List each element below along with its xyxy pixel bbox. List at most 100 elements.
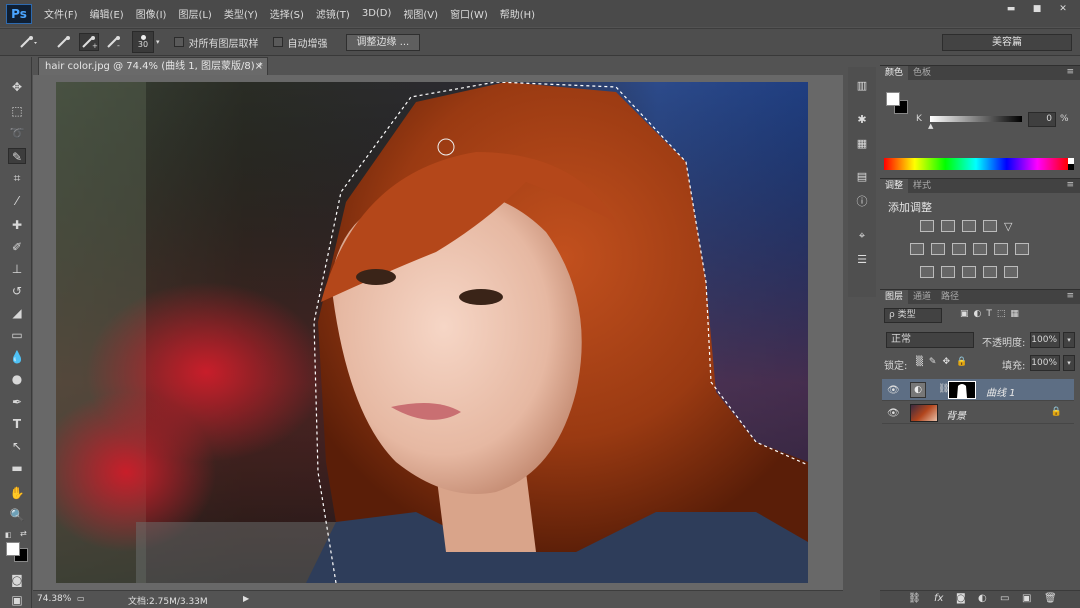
layer-name[interactable]: 曲线 1	[986, 384, 1016, 399]
layer-filter-icons[interactable]: ▣◐T⬚▦	[960, 309, 1024, 319]
color-foreground-swatch[interactable]	[886, 92, 900, 106]
close-button[interactable]: ✕	[1054, 3, 1072, 15]
new-group-icon[interactable]: ▭	[1000, 593, 1009, 604]
history-panel-icon[interactable]: ▥	[854, 79, 870, 93]
zoom-tool-icon[interactable]: 🔍	[8, 507, 26, 523]
layer-row-curves[interactable]: 👁 ◐ ⛓ 曲线 1	[882, 379, 1074, 401]
screen-mode-icon[interactable]: ▣	[8, 592, 26, 608]
k-value-field[interactable]: 0	[1028, 112, 1056, 127]
close-tab-icon[interactable]: ×	[255, 58, 263, 75]
blur-tool-icon[interactable]: 💧	[8, 349, 26, 365]
brightness-icon[interactable]	[920, 220, 934, 232]
shape-tool-icon[interactable]: ▬	[8, 460, 26, 476]
menu-window[interactable]: 窗口(W)	[450, 6, 488, 21]
tab-paths[interactable]: 路径	[936, 290, 964, 304]
color-spectrum-ramp[interactable]	[884, 158, 1068, 170]
minimize-button[interactable]: ▬	[1002, 3, 1020, 15]
tool-preset-picker[interactable]	[18, 33, 38, 51]
path-selection-tool-icon[interactable]: ↖	[8, 438, 26, 454]
tab-color[interactable]: 颜色	[880, 66, 909, 80]
auto-enhance-checkbox[interactable]	[272, 37, 283, 47]
selective-color-icon[interactable]	[983, 266, 997, 278]
default-colors-icon[interactable]: ◧	[5, 531, 13, 539]
delete-layer-icon[interactable]: 🗑	[1044, 593, 1057, 604]
eraser-tool-icon[interactable]: ◢	[8, 305, 26, 321]
quick-mask-icon[interactable]: ◙	[8, 572, 26, 588]
menu-view[interactable]: 视图(V)	[403, 6, 438, 21]
photo-filter-icon[interactable]	[973, 243, 987, 255]
black-white-icon[interactable]	[952, 243, 966, 255]
quick-selection-tool-icon[interactable]: ✎	[8, 148, 26, 164]
k-slider[interactable]	[930, 116, 1022, 122]
lock-icons[interactable]: ▒✎✥🔒	[916, 357, 973, 367]
fill-dropdown-icon[interactable]: ▾	[1063, 355, 1075, 371]
link-layers-icon[interactable]: ⛓	[908, 593, 921, 604]
maximize-button[interactable]: ■	[1028, 3, 1046, 15]
curves-adjustment-thumbnail[interactable]: ◐	[910, 382, 926, 398]
gradient-map-icon[interactable]	[1004, 266, 1018, 278]
eye-icon[interactable]: 👁	[887, 408, 900, 419]
background-layer-thumbnail[interactable]	[910, 404, 938, 422]
layer-style-icon[interactable]: fx	[934, 593, 943, 604]
menu-type[interactable]: 类型(Y)	[224, 6, 258, 21]
tab-styles[interactable]: 样式	[908, 179, 936, 193]
exposure-icon[interactable]	[983, 220, 997, 232]
type-tool-icon[interactable]: T	[8, 416, 26, 432]
eyedropper-tool-icon[interactable]: ⁄	[8, 193, 26, 209]
brush-presets-icon[interactable]: ▦	[854, 137, 870, 151]
menu-layer[interactable]: 图层(L)	[178, 6, 211, 21]
tab-adjustments[interactable]: 调整	[880, 179, 909, 193]
workspace-select[interactable]: 美容篇	[942, 34, 1072, 51]
color-balance-icon[interactable]	[931, 243, 945, 255]
layer-filter-select[interactable]: ρ 类型	[884, 308, 942, 323]
tab-swatches[interactable]: 色板	[908, 66, 936, 80]
posterize-icon[interactable]	[941, 266, 955, 278]
menu-filter[interactable]: 滤镜(T)	[316, 6, 350, 21]
new-adjustment-icon[interactable]: ◐	[978, 593, 987, 604]
fill-field[interactable]: 100%	[1030, 355, 1060, 371]
status-icon[interactable]: ▭	[77, 594, 85, 603]
tab-layers[interactable]: 图层	[880, 290, 909, 304]
chevron-down-icon[interactable]: ▾	[156, 38, 160, 46]
eye-icon[interactable]: 👁	[887, 385, 900, 396]
zoom-level[interactable]: 74.38%	[37, 594, 71, 604]
crop-tool-icon[interactable]: ⌗	[8, 170, 26, 186]
threshold-icon[interactable]	[962, 266, 976, 278]
menu-image[interactable]: 图像(I)	[136, 6, 167, 21]
character-panel-icon[interactable]: ▤	[854, 170, 870, 184]
dodge-tool-icon[interactable]: ●	[8, 371, 26, 387]
gradient-tool-icon[interactable]: ▭	[8, 327, 26, 343]
properties-panel-icon[interactable]: ☰	[854, 253, 870, 267]
tab-channels[interactable]: 通道	[908, 290, 936, 304]
panel-menu-icon[interactable]: ≡	[1066, 291, 1074, 301]
refine-edge-button[interactable]: 调整边缘 ...	[345, 33, 421, 51]
panel-menu-icon[interactable]: ≡	[1066, 67, 1074, 77]
add-to-selection-button[interactable]: +	[79, 33, 99, 51]
brush-panel-icon[interactable]: ✱	[854, 113, 870, 127]
color-lookup-icon[interactable]	[1015, 243, 1029, 255]
photo-canvas[interactable]	[56, 82, 808, 583]
lasso-tool-icon[interactable]: ➰	[8, 125, 26, 141]
levels-icon[interactable]	[941, 220, 955, 232]
status-menu-arrow-icon[interactable]: ▶	[243, 594, 249, 603]
hue-saturation-icon[interactable]	[910, 243, 924, 255]
info-panel-icon[interactable]: ⓘ	[854, 195, 870, 209]
menu-help[interactable]: 帮助(H)	[500, 6, 535, 21]
k-slider-thumb-icon[interactable]: ▲	[928, 122, 933, 130]
subtract-from-selection-button[interactable]: -	[104, 33, 124, 51]
layer-name[interactable]: 背景	[946, 407, 966, 422]
pen-tool-icon[interactable]: ✒	[8, 394, 26, 410]
hand-tool-icon[interactable]: ✋	[8, 485, 26, 501]
healing-brush-tool-icon[interactable]: ✚	[8, 217, 26, 233]
panel-menu-icon[interactable]: ≡	[1066, 180, 1074, 190]
add-mask-icon[interactable]: ◙	[956, 593, 966, 604]
clone-stamp-tool-icon[interactable]: ⊥	[8, 261, 26, 277]
new-selection-button[interactable]	[54, 33, 74, 51]
blend-mode-select[interactable]: 正常	[886, 332, 974, 348]
swap-colors-icon[interactable]: ⇄	[20, 529, 27, 538]
layer-mask-thumbnail[interactable]	[948, 381, 976, 399]
layer-row-background[interactable]: 👁 背景 🔒	[882, 402, 1074, 424]
menu-3d[interactable]: 3D(D)	[362, 8, 392, 19]
opacity-dropdown-icon[interactable]: ▾	[1063, 332, 1075, 348]
document-tab[interactable]: hair color.jpg @ 74.4% (曲线 1, 图层蒙版/8) * …	[38, 57, 268, 75]
